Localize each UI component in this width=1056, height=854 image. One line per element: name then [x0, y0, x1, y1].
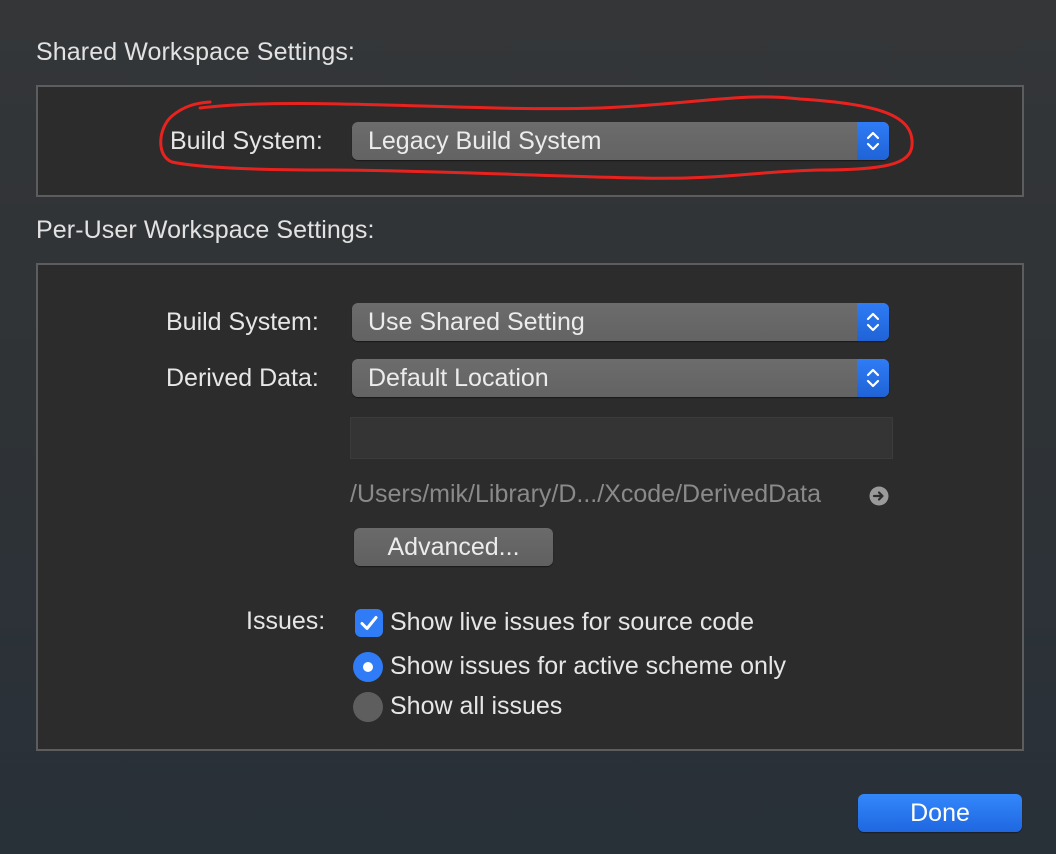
per-user-build-system-popup[interactable]: Use Shared Setting	[352, 303, 889, 341]
live-issues-label[interactable]: Show live issues for source code	[390, 608, 754, 637]
per-user-build-system-label: Build System:	[166, 308, 319, 336]
arrow-circle-right-icon[interactable]	[869, 486, 889, 506]
shared-settings-title: Shared Workspace Settings:	[36, 38, 355, 66]
chevron-up-down-icon	[857, 359, 889, 397]
live-issues-checkbox[interactable]	[355, 609, 383, 637]
active-scheme-radio[interactable]	[353, 652, 383, 682]
checkmark-icon	[360, 616, 378, 630]
issues-label: Issues:	[246, 607, 326, 635]
custom-location-field[interactable]	[350, 417, 893, 459]
all-issues-label[interactable]: Show all issues	[390, 692, 562, 721]
active-scheme-label[interactable]: Show issues for active scheme only	[390, 652, 786, 681]
derived-data-path: /Users/mik/Library/D.../Xcode/DerivedDat…	[350, 480, 821, 508]
per-user-build-system-value: Use Shared Setting	[368, 308, 585, 336]
derived-data-value: Default Location	[368, 364, 549, 392]
shared-build-system-label: Build System:	[170, 127, 323, 155]
done-button[interactable]: Done	[858, 794, 1022, 832]
advanced-button[interactable]: Advanced...	[354, 528, 553, 566]
derived-data-popup[interactable]: Default Location	[352, 359, 889, 397]
derived-data-label: Derived Data:	[166, 364, 319, 392]
all-issues-radio[interactable]	[353, 692, 383, 722]
chevron-up-down-icon	[857, 122, 889, 160]
per-user-settings-title: Per-User Workspace Settings:	[36, 216, 375, 244]
chevron-up-down-icon	[857, 303, 889, 341]
shared-build-system-popup[interactable]: Legacy Build System	[352, 122, 889, 160]
shared-build-system-value: Legacy Build System	[368, 127, 602, 155]
